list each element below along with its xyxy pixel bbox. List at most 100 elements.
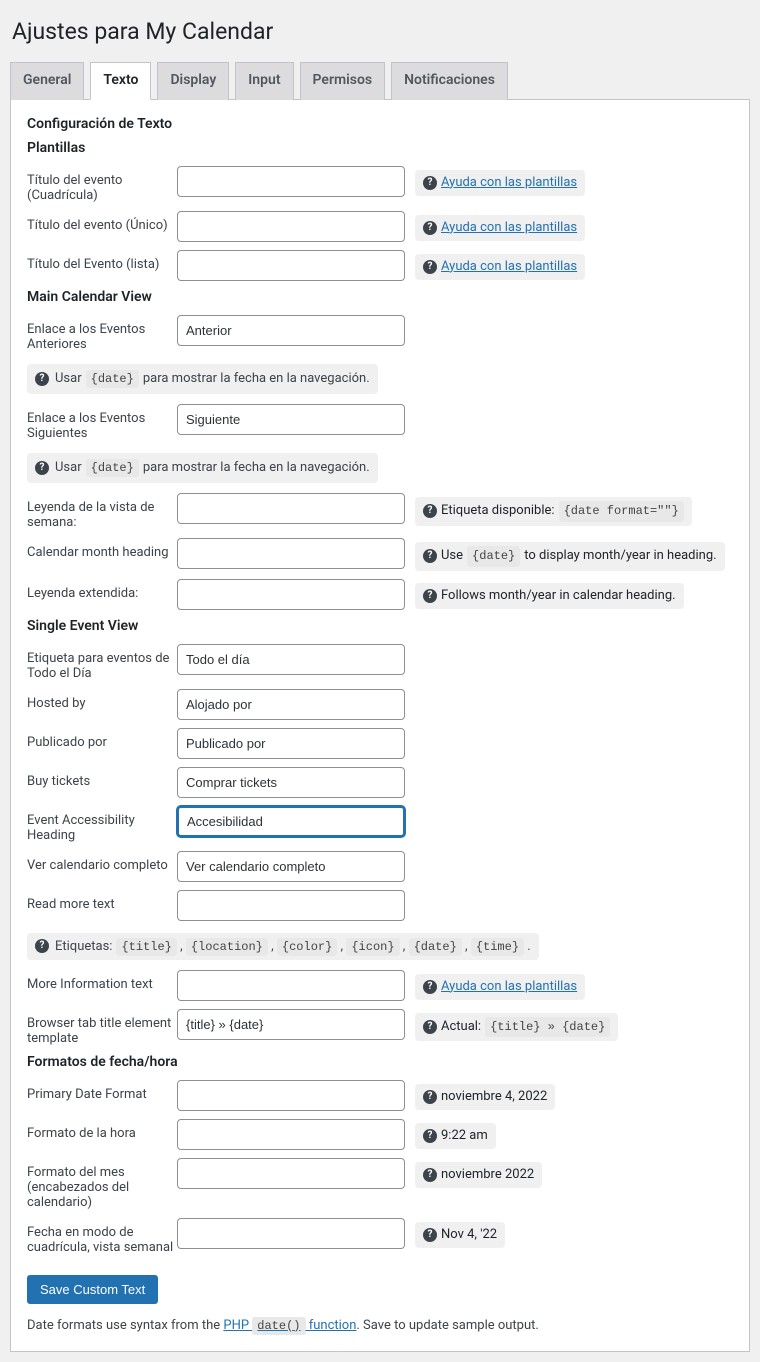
label-month-format: Formato del mes (encabezados del calenda…	[27, 1158, 177, 1210]
hint-next: ? Usar {date} para mostrar la fecha en l…	[27, 453, 378, 483]
input-grid-date[interactable]	[177, 1218, 405, 1249]
label-week-caption: Leyenda de la vista de semana:	[27, 493, 177, 530]
browser-title-prefix: Actual:	[441, 1018, 481, 1036]
input-month-format[interactable]	[177, 1158, 405, 1189]
ext-caption-text: Follows month/year in calendar heading.	[441, 587, 676, 605]
save-button[interactable]: Save Custom Text	[27, 1275, 158, 1304]
row-buy-tickets: Buy tickets	[27, 767, 733, 798]
row-ext-caption: Leyenda extendida: ? Follows month/year …	[27, 579, 733, 610]
help-link-single[interactable]: Ayuda con las plantillas	[441, 219, 577, 237]
help-more-info: ? Ayuda con las plantillas	[415, 974, 585, 1000]
label-view-full: Ver calendario completo	[27, 851, 177, 873]
tag-code: {title}	[116, 938, 176, 956]
label-accessibility: Event Accessibility Heading	[27, 806, 177, 843]
primary-sample-text: noviembre 4, 2022	[441, 1088, 547, 1106]
hint-prev: ? Usar {date} para mostrar la fecha en l…	[27, 364, 378, 394]
label-prev-events: Enlace a los Eventos Anteriores	[27, 315, 177, 352]
input-browser-title[interactable]	[177, 1009, 405, 1040]
input-more-info[interactable]	[177, 970, 405, 1001]
help-link-more-info[interactable]: Ayuda con las plantillas	[441, 978, 577, 996]
label-browser-title: Browser tab title element template	[27, 1009, 177, 1046]
row-view-full: Ver calendario completo	[27, 851, 733, 882]
tag-code: {location}	[186, 938, 268, 956]
label-posted-by: Publicado por	[27, 728, 177, 750]
input-next-events[interactable]	[177, 404, 405, 435]
tab-texto[interactable]: Texto	[90, 62, 151, 100]
help-icon: ?	[423, 1228, 437, 1242]
row-title-single: Título del evento (Único) ? Ayuda con la…	[27, 211, 733, 242]
input-week-caption[interactable]	[177, 493, 405, 524]
section-heading: Configuración de Texto	[27, 116, 733, 132]
time-sample-text: 9:22 am	[441, 1127, 488, 1145]
date-formats-heading: Formatos de fecha/hora	[27, 1054, 733, 1070]
help-icon: ?	[423, 1129, 437, 1143]
tab-display[interactable]: Display	[157, 62, 229, 100]
main-view-heading: Main Calendar View	[27, 289, 733, 305]
input-view-full[interactable]	[177, 851, 405, 882]
label-more-info: More Information text	[27, 970, 177, 992]
month-prefix: Use	[441, 547, 463, 565]
input-prev-events[interactable]	[177, 315, 405, 346]
help-icon: ?	[423, 1168, 437, 1182]
footer-link-suffix: function	[306, 1318, 357, 1333]
input-time-format[interactable]	[177, 1119, 405, 1150]
hint-prev-code: {date}	[86, 370, 139, 388]
label-buy-tickets: Buy tickets	[27, 767, 177, 789]
month-code: {date}	[467, 546, 520, 567]
input-title-list[interactable]	[177, 250, 405, 281]
input-all-day[interactable]	[177, 644, 405, 675]
row-title-grid: Título del evento (Cuadrícula) ? Ayuda c…	[27, 166, 733, 203]
help-icon: ?	[423, 589, 437, 603]
help-icon: ?	[423, 980, 437, 994]
input-read-more[interactable]	[177, 890, 405, 921]
browser-title-code: {title} » {date}	[485, 1017, 610, 1038]
hint-prev-suffix: para mostrar la fecha en la navegación.	[143, 371, 370, 386]
input-buy-tickets[interactable]	[177, 767, 405, 798]
tag-code: {time}	[471, 938, 524, 956]
input-title-grid[interactable]	[177, 166, 405, 197]
help-icon: ?	[423, 504, 437, 518]
row-prev-events: Enlace a los Eventos Anteriores	[27, 315, 733, 352]
label-title-list: Título del Evento (lista)	[27, 250, 177, 272]
input-primary-date[interactable]	[177, 1080, 405, 1111]
row-accessibility: Event Accessibility Heading	[27, 806, 733, 843]
row-all-day: Etiqueta para eventos de Todo el Día	[27, 644, 733, 681]
month-sample-text: noviembre 2022	[441, 1166, 534, 1184]
input-accessibility[interactable]	[177, 806, 405, 837]
tab-general[interactable]: General	[10, 62, 84, 100]
nav-tabs: General Texto Display Input Permisos Not…	[10, 61, 750, 100]
tab-input[interactable]: Input	[235, 62, 293, 100]
input-ext-caption[interactable]	[177, 579, 405, 610]
help-link-grid[interactable]: Ayuda con las plantillas	[441, 174, 577, 192]
hint-next-suffix: para mostrar la fecha en la navegación.	[143, 460, 370, 475]
sample-primary-date: ? noviembre 4, 2022	[415, 1084, 555, 1110]
label-primary-date: Primary Date Format	[27, 1080, 177, 1102]
label-title-grid: Título del evento (Cuadrícula)	[27, 166, 177, 203]
input-month-heading[interactable]	[177, 538, 405, 569]
help-title-grid: ? Ayuda con las plantillas	[415, 170, 585, 196]
row-read-more: Read more text	[27, 890, 733, 921]
help-icon: ?	[35, 461, 49, 475]
hint-next-prefix: Usar	[55, 460, 82, 475]
footer-link[interactable]: PHP date() function	[223, 1318, 356, 1333]
sample-time: ? 9:22 am	[415, 1123, 496, 1149]
tag-code: {icon}	[346, 938, 399, 956]
tags-prefix: Etiquetas:	[55, 939, 112, 954]
help-ext-caption: ? Follows month/year in calendar heading…	[415, 583, 684, 609]
label-all-day: Etiqueta para eventos de Todo el Día	[27, 644, 177, 681]
single-view-heading: Single Event View	[27, 618, 733, 634]
footer-link-code: date()	[252, 1317, 305, 1335]
input-title-single[interactable]	[177, 211, 405, 242]
tab-notificaciones[interactable]: Notificaciones	[391, 62, 508, 100]
row-primary-date: Primary Date Format ? noviembre 4, 2022	[27, 1080, 733, 1111]
row-grid-date: Fecha en modo de cuadrícula, vista seman…	[27, 1218, 733, 1255]
input-hosted-by[interactable]	[177, 689, 405, 720]
tab-permisos[interactable]: Permisos	[300, 62, 386, 100]
input-posted-by[interactable]	[177, 728, 405, 759]
tag-code: {color}	[277, 938, 337, 956]
row-hosted-by: Hosted by	[27, 689, 733, 720]
tag-code: {date}	[409, 938, 462, 956]
help-link-list[interactable]: Ayuda con las plantillas	[441, 258, 577, 276]
help-icon: ?	[423, 549, 437, 563]
grid-sample-text: Nov 4, '22	[441, 1226, 497, 1244]
